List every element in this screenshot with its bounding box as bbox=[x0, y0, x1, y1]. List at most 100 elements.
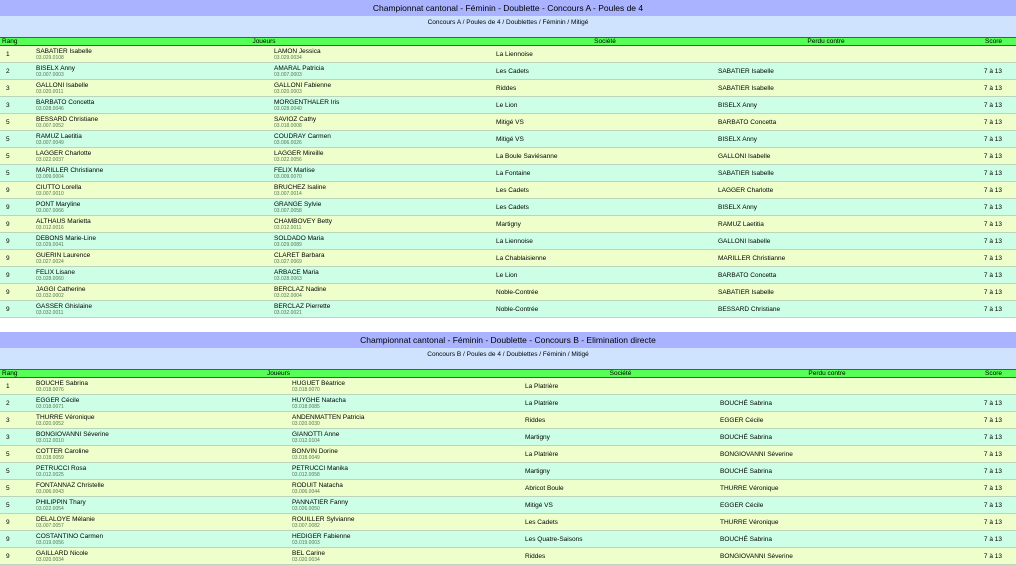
header-perdu: Perdu contre bbox=[718, 369, 936, 378]
player2-name: FELIX Marlise bbox=[274, 166, 315, 174]
player2-name: BERCLAZ Pierrette bbox=[274, 302, 331, 310]
player2-license: 03.007.0058 bbox=[274, 207, 302, 214]
player1-name: GASSER Ghislaine bbox=[36, 302, 92, 310]
rank-cell: 2 bbox=[0, 62, 34, 80]
score-cell: 7 à 13 bbox=[936, 249, 1016, 267]
player2-name: GIANOTTI Anne bbox=[292, 430, 340, 438]
player1-license: 03.012.0016 bbox=[36, 224, 64, 231]
rank-cell: 5 bbox=[0, 445, 34, 463]
player2-cell: BERCLAZ Nadine 03.032.0004 bbox=[272, 283, 494, 301]
player1-cell: SABATIER Isabelle 03.029.0108 bbox=[34, 45, 272, 63]
player1-name: PETRUCCI Rosa bbox=[36, 464, 87, 472]
player2-name: PETRUCCI Manika bbox=[292, 464, 348, 472]
perdu-contre-cell: BISELX Anny bbox=[716, 96, 936, 114]
player2-license: 03.020.0034 bbox=[292, 556, 320, 563]
rank-cell: 9 bbox=[0, 181, 34, 199]
perdu-contre-cell: BOUCHÉ Sabrina bbox=[718, 394, 936, 412]
player1-license: 03.012.0010 bbox=[36, 437, 64, 444]
score-cell: 7 à 13 bbox=[936, 394, 1016, 412]
table-row: 9 COSTANTINO Carmen 03.019.0056 HEDIGER Fab… bbox=[0, 530, 1016, 548]
player2-license: 03.006.0026 bbox=[274, 139, 302, 146]
societe-cell: La Fontaine bbox=[494, 164, 716, 182]
header-joueurs: Joueurs bbox=[34, 37, 494, 46]
player2-cell: COUDRAY Carmen 03.006.0026 bbox=[272, 130, 494, 148]
societe-cell: Les Cadets bbox=[523, 513, 718, 531]
table-row: 9 DEBONS Marie-Line 03.029.0041 SOLDADO Mar… bbox=[0, 232, 1016, 250]
perdu-contre-cell: GALLONI Isabelle bbox=[716, 147, 936, 165]
table-row: 5 RAMUZ Laetitia 03.007.0049 COUDRAY Carmen… bbox=[0, 130, 1016, 148]
societe-cell: Mitigé VS bbox=[523, 496, 718, 514]
player1-license: 03.007.0049 bbox=[36, 139, 64, 146]
rank-cell: 5 bbox=[0, 147, 34, 165]
perdu-contre-cell: SABATIER Isabelle bbox=[716, 283, 936, 301]
player2-name: HUYGHE Natacha bbox=[292, 396, 346, 404]
player2-license: 03.018.0049 bbox=[292, 454, 320, 461]
player1-name: DEBONS Marie-Line bbox=[36, 234, 96, 242]
table-row: 9 DELALOYE Mélanie 03.007.0057 ROUILLER Syl… bbox=[0, 513, 1016, 531]
score-cell: 7 à 13 bbox=[936, 462, 1016, 480]
score-cell: 7 à 13 bbox=[936, 266, 1016, 284]
player2-license: 03.019.0003 bbox=[292, 539, 320, 546]
player1-name: EGGER Cécile bbox=[36, 396, 80, 404]
player2-license: 03.012.0058 bbox=[292, 471, 320, 478]
score-cell: 7 à 13 bbox=[936, 113, 1016, 131]
score-cell: 7 à 13 bbox=[936, 164, 1016, 182]
table-row: 5 MARILLER Christianne 03.009.0004 FELIX Ma… bbox=[0, 164, 1016, 182]
table-row: 1 BOUCHE Sabrina 03.018.0076 HUGUET Béatric… bbox=[0, 377, 1016, 395]
table-row: 3 BARBATO Concetta 03.028.0046 MORGENTHALER… bbox=[0, 96, 1016, 114]
player1-license: 03.007.0052 bbox=[36, 122, 64, 129]
rank-cell: 9 bbox=[0, 249, 34, 267]
player2-license: 03.028.0040 bbox=[274, 105, 302, 112]
player1-license: 03.027.0024 bbox=[36, 258, 64, 265]
player1-name: THURRE Véronique bbox=[36, 413, 95, 421]
player1-name: RAMUZ Laetitia bbox=[36, 132, 82, 140]
societe-cell: Noble-Contrée bbox=[494, 300, 716, 318]
perdu-contre-cell: GALLONI Isabelle bbox=[716, 232, 936, 250]
player1-cell: DEBONS Marie-Line 03.029.0041 bbox=[34, 232, 272, 250]
player2-name: RODUIT Natacha bbox=[292, 481, 343, 489]
player1-cell: CIUTTO Lorella 03.007.0010 bbox=[34, 181, 272, 199]
societe-cell: Noble-Contrée bbox=[494, 283, 716, 301]
table-row: 1 SABATIER Isabelle 03.029.0108 LAMON Jessi… bbox=[0, 45, 1016, 63]
table-row: 2 BISELX Anny 03.007.0003 AMARAL Patricia 03… bbox=[0, 62, 1016, 80]
player1-name: COSTANTINO Carmen bbox=[36, 532, 104, 540]
rank-cell: 3 bbox=[0, 79, 34, 97]
player1-cell: BARBATO Concetta 03.028.0046 bbox=[34, 96, 272, 114]
player2-cell: GIANOTTI Anne 03.012.0104 bbox=[290, 428, 523, 446]
player2-license: 03.029.0089 bbox=[274, 241, 302, 248]
player2-license: 03.009.0070 bbox=[274, 173, 302, 180]
player2-name: AMARAL Patricia bbox=[274, 64, 324, 72]
table-row: 3 THURRE Véronique 03.020.0052 ANDENMATTEN … bbox=[0, 411, 1016, 429]
perdu-contre-cell: BOUCHÉ Sabrina bbox=[718, 462, 936, 480]
rank-cell: 9 bbox=[0, 215, 34, 233]
rank-cell: 9 bbox=[0, 513, 34, 531]
player1-name: CIUTTO Lorella bbox=[36, 183, 82, 191]
player1-cell: MARILLER Christianne 03.009.0004 bbox=[34, 164, 272, 182]
player2-name: HUGUET Béatrice bbox=[292, 379, 345, 387]
rank-cell: 5 bbox=[0, 113, 34, 131]
player1-name: MARILLER Christianne bbox=[36, 166, 104, 174]
player2-license: 03.022.0056 bbox=[274, 156, 302, 163]
player1-cell: BISELX Anny 03.007.0003 bbox=[34, 62, 272, 80]
player2-cell: BEL Carine 03.020.0034 bbox=[290, 547, 523, 565]
rank-cell: 9 bbox=[0, 198, 34, 216]
player1-license: 03.022.0037 bbox=[36, 156, 64, 163]
player2-cell: ANDENMATTEN Patricia 03.020.0030 bbox=[290, 411, 523, 429]
player1-license: 03.006.0043 bbox=[36, 488, 64, 495]
player1-cell: PHILIPPIN Thary 03.022.0054 bbox=[34, 496, 290, 514]
player1-license: 03.019.0056 bbox=[36, 539, 64, 546]
perdu-contre-cell: BARBATO Concetta bbox=[716, 266, 936, 284]
societe-cell: Abricot Boule bbox=[523, 479, 718, 497]
societe-cell: Les Cadets bbox=[494, 198, 716, 216]
table-row: 5 LAGGER Charlotte 03.022.0037 LAGGER Mirei… bbox=[0, 147, 1016, 165]
header-societe: Société bbox=[523, 369, 718, 378]
player1-cell: BONGIOVANNI Séverine 03.012.0010 bbox=[34, 428, 290, 446]
table-row: 9 GAILLARD Nicole 03.020.0034 BEL Carine 03.… bbox=[0, 547, 1016, 565]
player1-cell: RAMUZ Laetitia 03.007.0049 bbox=[34, 130, 272, 148]
player2-license: 03.020.0003 bbox=[274, 88, 302, 95]
societe-cell: La Liennoise bbox=[494, 45, 716, 63]
player1-name: BOUCHE Sabrina bbox=[36, 379, 89, 387]
perdu-contre-cell: SABATIER Isabelle bbox=[716, 62, 936, 80]
header-perdu: Perdu contre bbox=[716, 37, 936, 46]
player2-name: HEDIGER Fabienne bbox=[292, 532, 351, 540]
